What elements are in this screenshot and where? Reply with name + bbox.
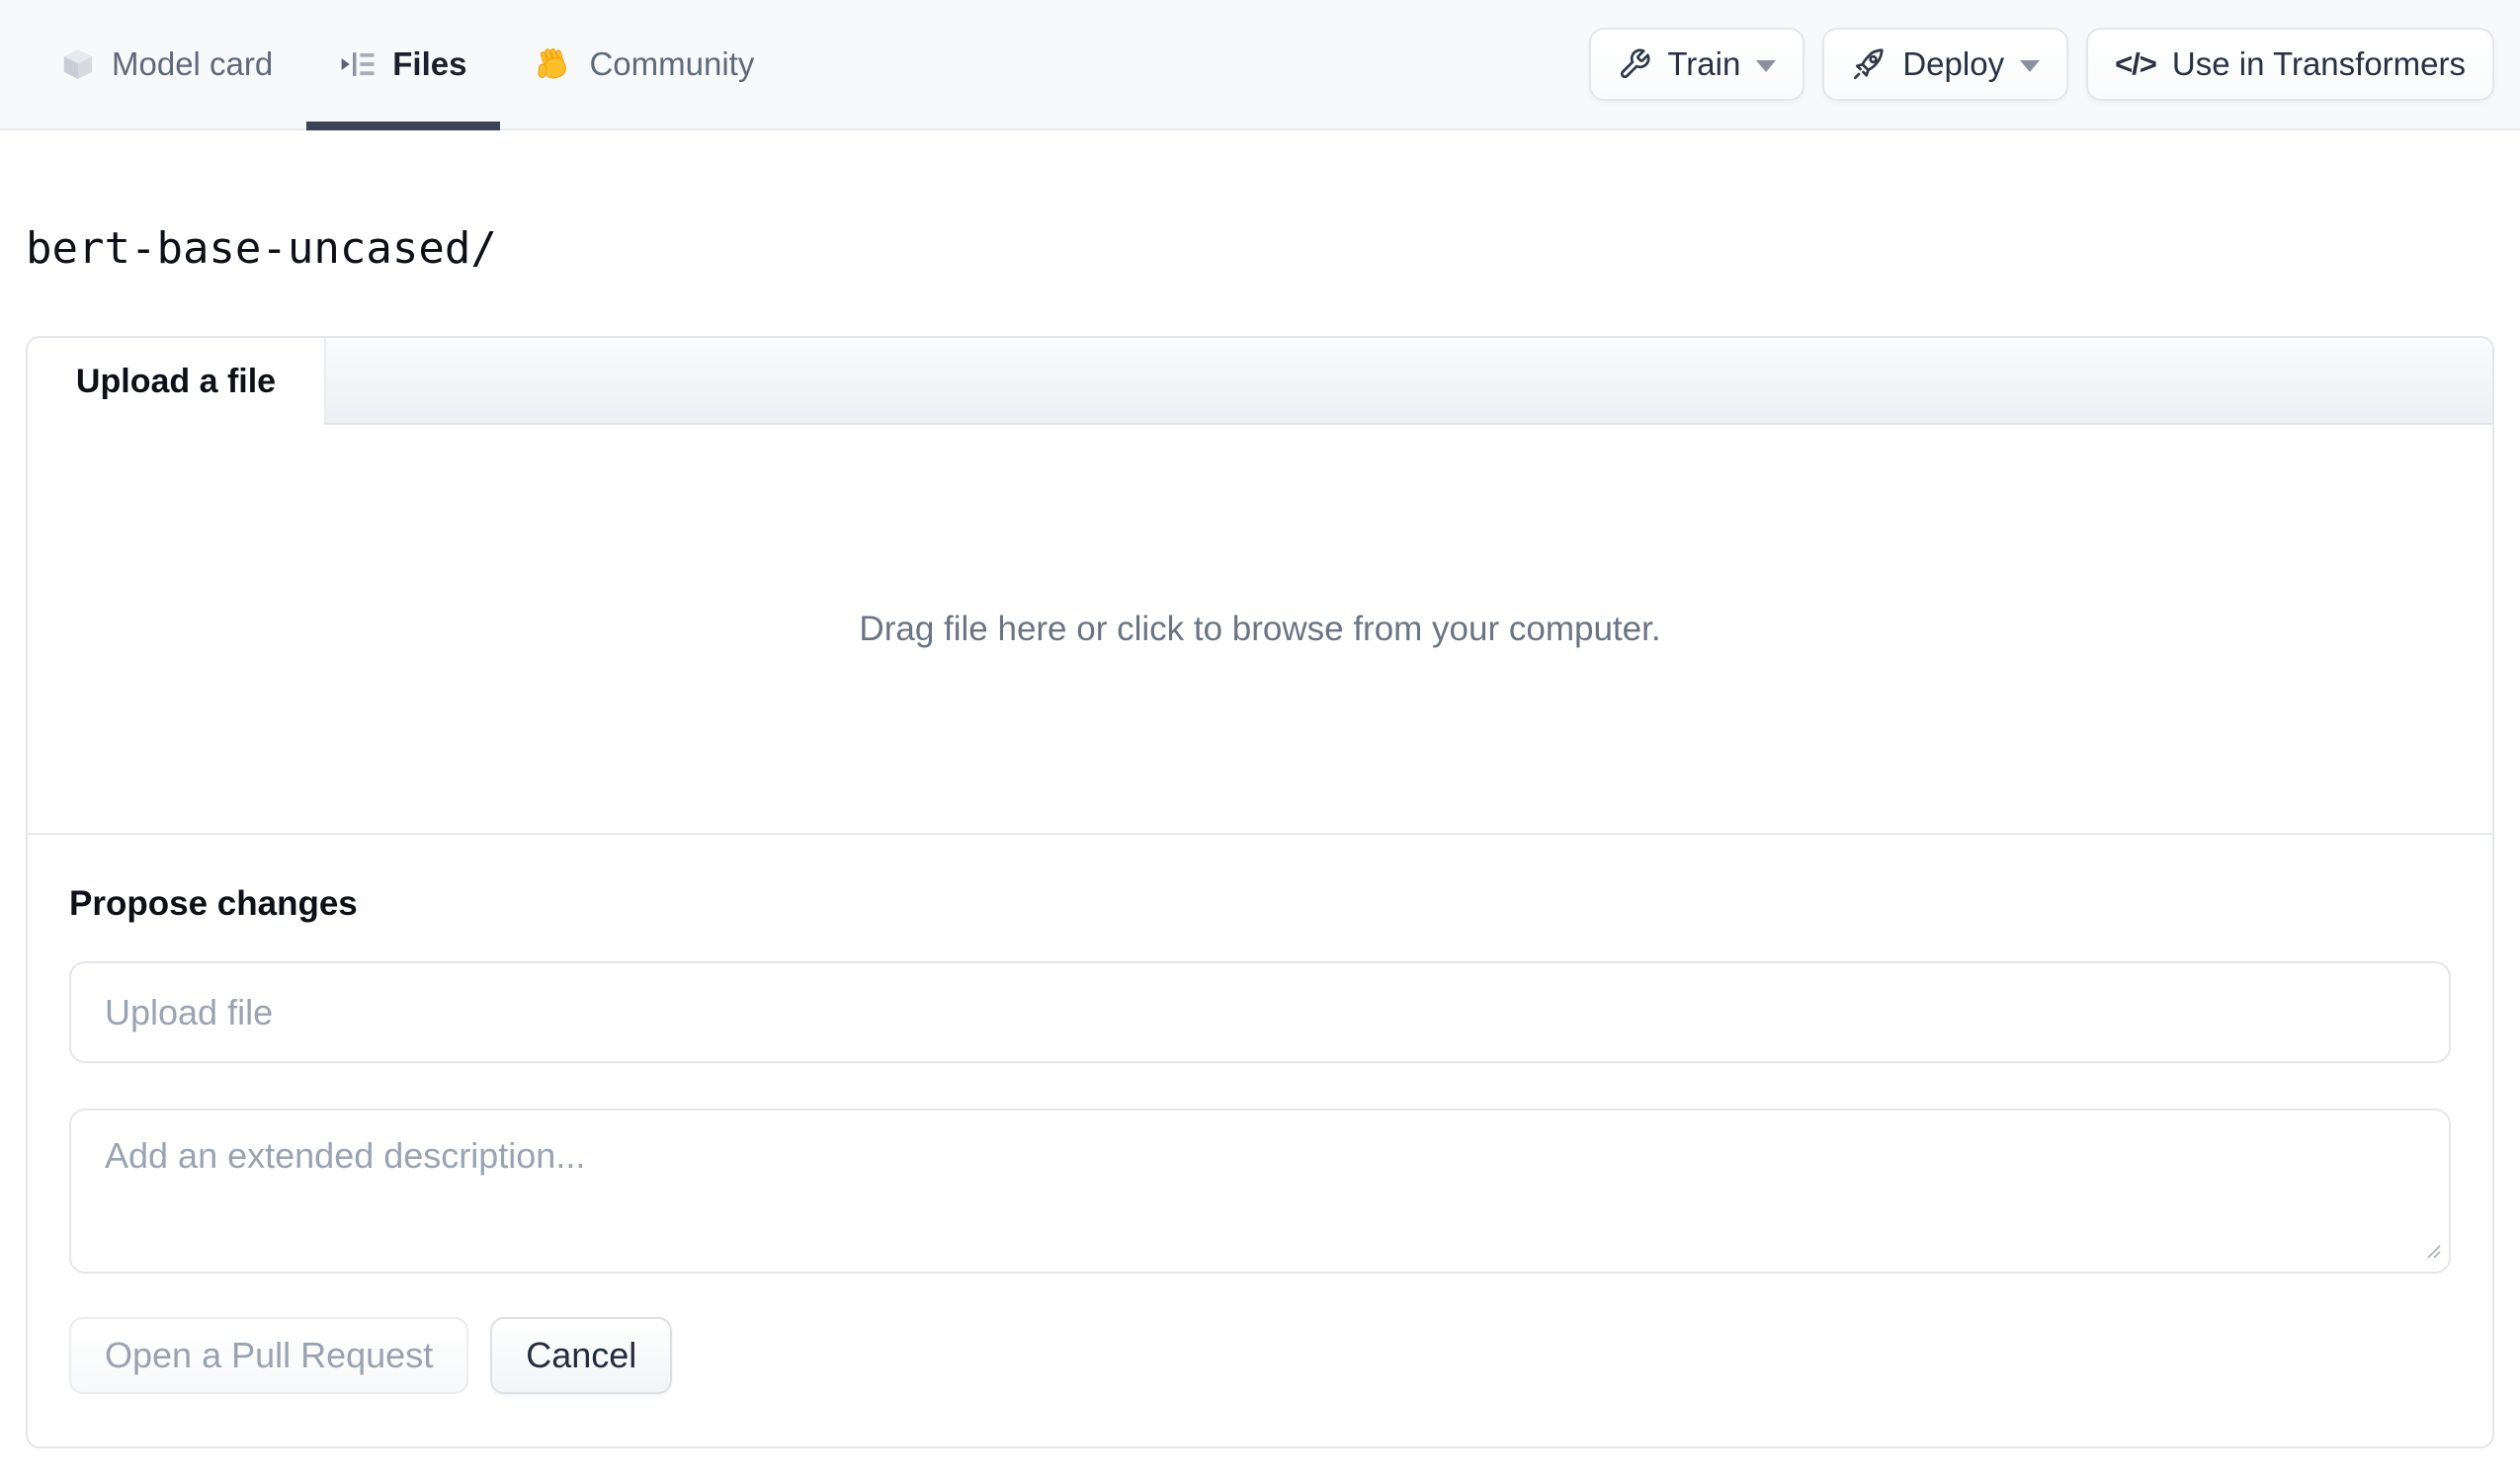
open-pull-request-button[interactable]: Open a Pull Request xyxy=(69,1317,469,1394)
upload-panel: Upload a file Drag file here or click to… xyxy=(26,336,2494,1448)
wrench-icon xyxy=(1618,47,1651,81)
form-actions: Open a Pull Request Cancel xyxy=(69,1317,2451,1394)
tab-community[interactable]: Community xyxy=(500,0,788,128)
filename-input[interactable] xyxy=(69,961,2451,1063)
caret-down-icon xyxy=(1756,60,1777,72)
dropzone-text: Drag file here or click to browse from y… xyxy=(859,609,1661,648)
repo-action-buttons: Train Deploy </> Use in Transformers xyxy=(1589,28,2494,101)
breadcrumb[interactable]: bert-base-uncased/ xyxy=(26,223,497,275)
description-field-wrapper xyxy=(69,1109,2451,1274)
tab-bar-filler xyxy=(324,338,2492,425)
tab-files-label: Files xyxy=(392,45,467,82)
cube-icon xyxy=(59,45,97,83)
tab-upload-a-file[interactable]: Upload a file xyxy=(28,338,324,425)
tab-community-label: Community xyxy=(589,45,755,82)
rocket-icon xyxy=(1851,46,1887,82)
resize-handle-icon[interactable] xyxy=(2425,1243,2441,1264)
propose-changes-section: Propose changes Open a Pull Request Canc… xyxy=(28,833,2492,1394)
tab-model-card-label: Model card xyxy=(112,45,274,82)
cancel-button[interactable]: Cancel xyxy=(490,1317,673,1394)
train-button[interactable]: Train xyxy=(1589,28,1806,101)
tab-model-card[interactable]: Model card xyxy=(26,0,306,128)
description-textarea[interactable] xyxy=(69,1109,2451,1274)
train-button-label: Train xyxy=(1667,45,1741,82)
deploy-button[interactable]: Deploy xyxy=(1822,28,2069,101)
upload-panel-tab-bar: Upload a file xyxy=(28,338,2492,425)
waving-hand-icon xyxy=(534,44,574,85)
active-tab-underline xyxy=(306,122,501,130)
file-dropzone[interactable]: Drag file here or click to browse from y… xyxy=(28,425,2492,833)
use-in-transformers-label: Use in Transformers xyxy=(2171,45,2466,82)
repo-nav: Model card Files Community Train Deploy … xyxy=(0,0,2520,130)
tab-files[interactable]: Files xyxy=(306,0,501,130)
propose-changes-heading: Propose changes xyxy=(69,884,358,923)
repo-tab-bar: Model card Files Community xyxy=(26,0,788,130)
caret-down-icon xyxy=(2020,60,2041,72)
versions-icon xyxy=(340,45,378,83)
code-icon: </> xyxy=(2115,46,2157,81)
deploy-button-label: Deploy xyxy=(1902,45,2005,82)
use-in-transformers-button[interactable]: </> Use in Transformers xyxy=(2086,28,2494,101)
